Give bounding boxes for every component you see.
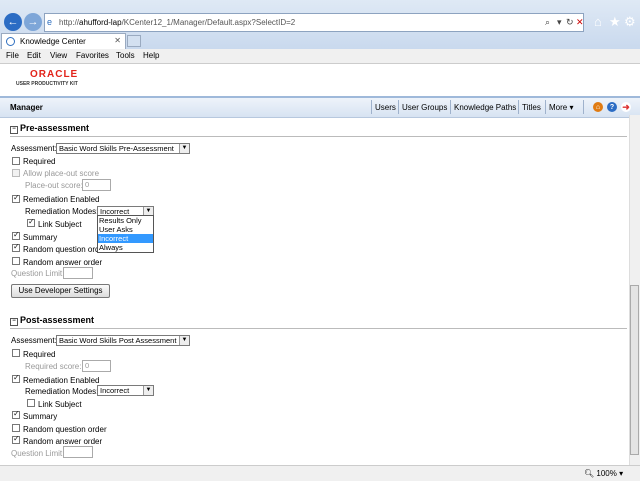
help-icon[interactable]: ?	[607, 102, 617, 112]
favorites-star-icon[interactable]: ★	[609, 14, 621, 30]
post-assessment-select[interactable]: Basic Word Skills Post Assessment ▼	[56, 335, 190, 346]
remediation-label: Remediation Enabled	[23, 195, 100, 204]
post-random-question-checkbox[interactable]	[12, 424, 20, 432]
random-answer-label: Random answer order	[23, 437, 103, 446]
required-score-label: Required score:	[25, 362, 82, 371]
placeout-score-input[interactable]: 0	[82, 179, 111, 191]
post-random-answer-checkbox[interactable]	[12, 434, 20, 444]
remediation-label: Remediation Enabled	[23, 376, 100, 385]
pre-summary-checkbox[interactable]	[12, 230, 20, 240]
option-always[interactable]: Always	[98, 243, 153, 252]
question-limit-label: Question Limit:	[11, 449, 65, 458]
post-summary-checkbox[interactable]	[12, 409, 20, 419]
pre-question-limit-input[interactable]	[63, 267, 93, 279]
status-bar: 🔍︎ 100% ▾	[0, 465, 640, 481]
menu-help[interactable]: Help	[143, 51, 159, 60]
remediation-modes-label: Remediation Modes:	[25, 207, 99, 216]
pre-assessment-select[interactable]: Basic Word Skills Pre-Assessment ▼	[56, 143, 190, 154]
post-required-checkbox[interactable]	[12, 349, 20, 357]
use-developer-settings-button[interactable]: Use Developer Settings	[11, 284, 110, 298]
new-tab-button[interactable]	[127, 35, 141, 47]
nav-titles[interactable]: Titles	[522, 103, 541, 112]
tab-title: Knowledge Center	[20, 37, 86, 46]
menu-bar: File Edit View Favorites Tools Help	[0, 49, 640, 64]
remediation-modes-dropdown: Results Only User Asks Incorrect Always	[97, 215, 154, 253]
nav-user-groups[interactable]: User Groups	[402, 103, 447, 112]
pre-required-checkbox[interactable]	[12, 157, 20, 165]
nav-knowledge-paths[interactable]: Knowledge Paths	[454, 103, 516, 112]
zoom-level[interactable]: 🔍︎ 100% ▾	[584, 469, 623, 478]
forward-icon[interactable]: →	[24, 13, 42, 31]
link-subject-label: Link Subject	[38, 220, 82, 229]
exit-icon[interactable]: ➜	[621, 102, 631, 112]
ie-tab-icon	[6, 37, 15, 46]
menu-view[interactable]: View	[50, 51, 67, 60]
allow-placeout-checkbox[interactable]	[12, 169, 20, 177]
menu-tools[interactable]: Tools	[116, 51, 135, 60]
placeout-score-label: Place-out score:	[25, 181, 83, 190]
assessment-label: Assessment:	[11, 336, 57, 345]
menu-file[interactable]: File	[6, 51, 19, 60]
home-icon[interactable]: ⌂	[594, 14, 602, 29]
menu-favorites[interactable]: Favorites	[76, 51, 109, 60]
address-bar[interactable]: e http://ahufford-lap/KCenter12_1/Manage…	[44, 13, 584, 32]
post-link-subject-checkbox[interactable]	[27, 399, 35, 407]
pre-remediation-checkbox[interactable]	[12, 193, 20, 203]
nav-more[interactable]: More ▾	[549, 103, 573, 112]
scrollbar-thumb[interactable]	[630, 285, 639, 455]
browser-tab[interactable]: Knowledge Center ✕	[1, 33, 126, 49]
random-question-label: Random question order	[23, 425, 107, 434]
post-remediation-checkbox[interactable]	[12, 373, 20, 383]
summary-label: Summary	[23, 233, 58, 242]
option-user-asks[interactable]: User Asks	[98, 225, 153, 234]
pre-random-answer-checkbox[interactable]	[12, 257, 20, 265]
search-icon[interactable]: ⌕	[545, 17, 550, 28]
close-tab-icon[interactable]: ✕	[114, 36, 121, 45]
assessment-label: Assessment:	[11, 144, 57, 153]
tools-gear-icon[interactable]: ⚙	[624, 14, 636, 30]
option-incorrect[interactable]: Incorrect	[98, 234, 153, 243]
manager-header-bar: Manager Users User Groups Knowledge Path…	[0, 96, 640, 118]
link-subject-label: Link Subject	[38, 400, 82, 409]
home-icon[interactable]: ⌂	[593, 102, 603, 112]
menu-edit[interactable]: Edit	[27, 51, 41, 60]
page-title: Manager	[10, 103, 43, 112]
post-remediation-modes-select[interactable]: Incorrect ▼	[97, 385, 154, 396]
post-assessment-title[interactable]: − Post-assessment	[10, 315, 94, 326]
remediation-modes-label: Remediation Modes:	[25, 387, 99, 396]
post-question-limit-input[interactable]	[63, 446, 93, 458]
address-url: http://ahufford-lap/KCenter12_1/Manager/…	[59, 18, 296, 27]
question-limit-label: Question Limit:	[11, 269, 65, 278]
required-score-input[interactable]: 0	[82, 360, 111, 372]
random-question-label: Random question order	[23, 245, 107, 254]
option-results-only[interactable]: Results Only	[98, 216, 153, 225]
required-label: Required	[23, 157, 56, 166]
dropdown-icon[interactable]: ▾	[557, 17, 562, 28]
pre-random-question-checkbox[interactable]	[12, 242, 20, 252]
back-icon[interactable]: ←	[4, 13, 22, 31]
allow-placeout-label: Allow place-out score	[23, 169, 100, 178]
oracle-logo: ORACLE USER PRODUCTIVITY KIT	[16, 69, 79, 87]
pre-assessment-title[interactable]: − Pre-assessment	[10, 123, 89, 134]
nav-users[interactable]: Users	[375, 103, 396, 112]
summary-label: Summary	[23, 412, 58, 421]
ie-page-icon: e	[47, 17, 53, 27]
stop-icon[interactable]: ✕	[576, 17, 584, 28]
refresh-icon[interactable]: ↻	[566, 17, 574, 28]
required-label: Required	[23, 350, 56, 359]
random-answer-label: Random answer order	[23, 258, 103, 267]
pre-link-subject-checkbox[interactable]	[27, 217, 35, 227]
